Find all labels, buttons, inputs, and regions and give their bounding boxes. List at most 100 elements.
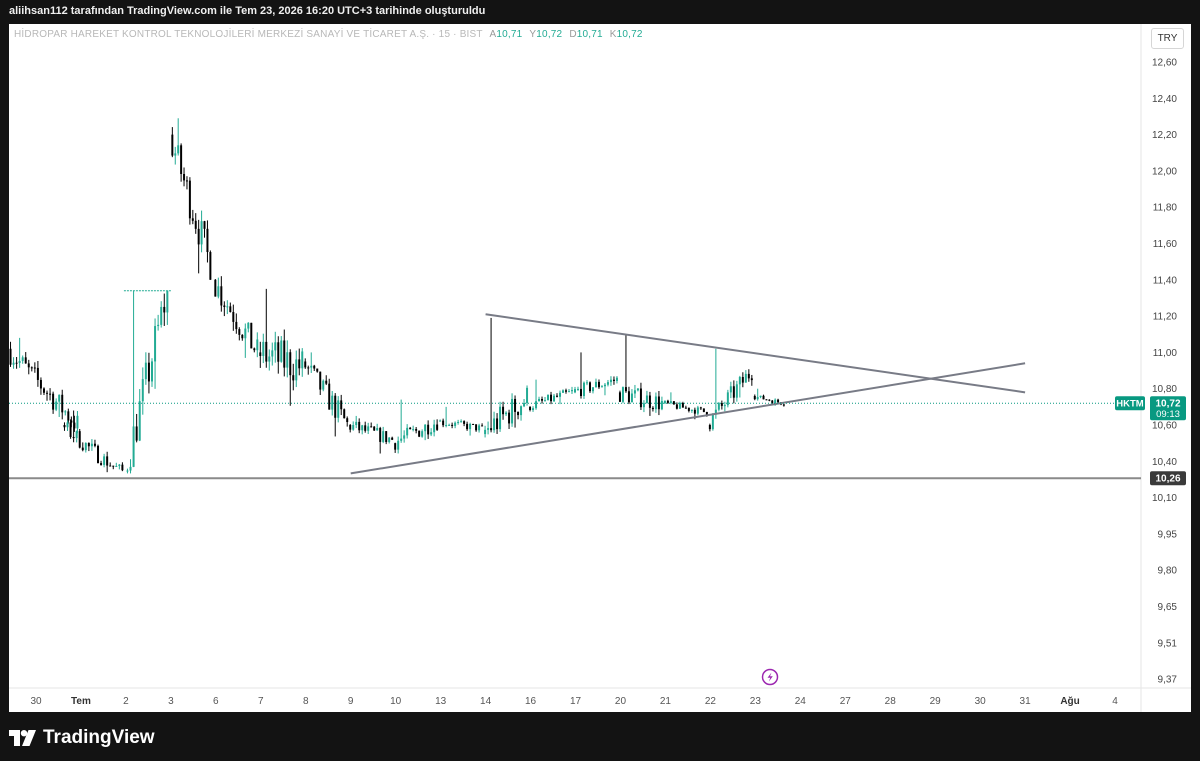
candle-body bbox=[615, 377, 618, 381]
price-tick-label: 10,80 bbox=[1152, 384, 1177, 395]
time-tick-label: 22 bbox=[705, 696, 717, 707]
candle-body bbox=[433, 424, 436, 433]
price-tick-label: 10,40 bbox=[1152, 457, 1177, 468]
candle-body bbox=[400, 438, 403, 441]
candle-body bbox=[313, 365, 316, 369]
price-tick-label: 10,10 bbox=[1152, 493, 1177, 504]
candle-body bbox=[388, 437, 391, 443]
candle-body bbox=[505, 412, 508, 415]
candle-body bbox=[337, 400, 340, 418]
candle-body bbox=[594, 381, 597, 388]
candle-body bbox=[325, 380, 328, 384]
candle-body bbox=[397, 440, 400, 450]
candle-body bbox=[185, 180, 188, 182]
candle-body bbox=[729, 386, 732, 393]
candle-body bbox=[115, 466, 118, 468]
candle-body bbox=[544, 400, 547, 402]
candle-body bbox=[394, 443, 397, 450]
time-tick-label: 24 bbox=[795, 696, 807, 707]
candle-body bbox=[559, 392, 562, 397]
candle-body bbox=[268, 356, 271, 362]
price-tick-label: 11,00 bbox=[1153, 348, 1178, 359]
open-value: 10,71 bbox=[496, 29, 523, 40]
candle-body bbox=[630, 393, 633, 403]
candle-body bbox=[171, 134, 174, 156]
candle-body bbox=[460, 421, 463, 423]
candle-body bbox=[687, 407, 690, 411]
candle-body bbox=[648, 395, 651, 408]
time-axis[interactable]: 30 Tem 2 3 6 7 8 9 10 13 14 16 17 20 21 22 23 24 27 28 29 30 3… bbox=[30, 696, 1118, 707]
candle-body bbox=[627, 391, 630, 403]
candle-body bbox=[274, 342, 277, 351]
candle-body bbox=[61, 394, 64, 413]
candle-body bbox=[188, 180, 191, 219]
candle-body bbox=[147, 362, 150, 382]
candle-body bbox=[206, 228, 209, 253]
candle-body bbox=[657, 396, 660, 410]
candle-body bbox=[280, 340, 283, 362]
candle-body bbox=[58, 394, 61, 402]
candle-body bbox=[55, 401, 58, 410]
time-tick-label: 23 bbox=[750, 696, 762, 707]
brand-name: TradingView bbox=[43, 727, 155, 748]
candle-body bbox=[717, 403, 720, 410]
candle-body bbox=[571, 390, 574, 392]
candle-body bbox=[550, 394, 553, 402]
price-tick-label: 9,95 bbox=[1158, 529, 1178, 540]
candle-body bbox=[364, 425, 367, 431]
candle-body bbox=[547, 394, 550, 401]
price-chart[interactable]: 12,60 12,40 12,20 12,00 11,80 11,60 11,40 11,20… bbox=[9, 24, 1191, 712]
lightning-icon[interactable] bbox=[761, 668, 779, 686]
price-axis[interactable]: 12,60 12,40 12,20 12,00 11,80 11,60 11,40 11,20… bbox=[1152, 58, 1177, 713]
candle-body bbox=[568, 391, 571, 393]
candle-body bbox=[651, 407, 654, 410]
candle-body bbox=[379, 428, 382, 442]
tradingview-logo[interactable]: TradingView bbox=[9, 727, 155, 749]
candle-body bbox=[12, 362, 15, 365]
candle-body bbox=[259, 352, 262, 356]
price-tick-label: 12,20 bbox=[1152, 130, 1177, 141]
candle-body bbox=[160, 306, 163, 325]
candle-body bbox=[565, 390, 568, 392]
time-tick-label: 17 bbox=[570, 696, 582, 707]
candle-body bbox=[109, 465, 112, 467]
candle-body bbox=[475, 424, 478, 431]
candle-body bbox=[135, 426, 138, 441]
candle-body bbox=[214, 279, 217, 297]
candle-body bbox=[247, 322, 250, 329]
candle-body bbox=[250, 322, 253, 349]
candle-body bbox=[585, 382, 588, 384]
candle-body bbox=[310, 365, 313, 368]
candle-body bbox=[478, 425, 481, 431]
candle-body bbox=[678, 402, 681, 409]
candle-body bbox=[367, 426, 370, 431]
candle-body bbox=[699, 407, 702, 409]
candle-body bbox=[298, 359, 301, 369]
candle-body bbox=[373, 426, 376, 431]
symbol-badge-label: HKTM bbox=[1116, 399, 1144, 410]
trendline-lower-support[interactable] bbox=[350, 362, 1026, 475]
candle-body bbox=[370, 426, 373, 428]
candle-body bbox=[27, 363, 30, 368]
candle-body bbox=[129, 466, 132, 471]
candle-body bbox=[349, 425, 352, 430]
trendline-upper-resistance[interactable] bbox=[485, 313, 1026, 394]
chart-panel[interactable]: 12,60 12,40 12,20 12,00 11,80 11,60 11,40 11,20… bbox=[9, 24, 1191, 712]
candle-body bbox=[21, 357, 24, 361]
candle-body bbox=[606, 382, 609, 385]
currency-button[interactable]: TRY bbox=[1151, 28, 1184, 49]
candle-body bbox=[30, 367, 33, 369]
candle-body bbox=[508, 412, 511, 424]
candle-body bbox=[511, 398, 514, 424]
candle-body bbox=[166, 290, 169, 313]
candle-body bbox=[418, 430, 421, 437]
candle-body bbox=[301, 351, 304, 369]
candle-body bbox=[331, 395, 334, 410]
candle-body bbox=[696, 407, 699, 414]
candle-body bbox=[579, 388, 582, 397]
candle-body bbox=[526, 387, 529, 404]
candle-body bbox=[289, 352, 292, 376]
candle-body bbox=[663, 400, 666, 404]
candle-body bbox=[603, 384, 606, 387]
candle-body bbox=[777, 399, 780, 403]
